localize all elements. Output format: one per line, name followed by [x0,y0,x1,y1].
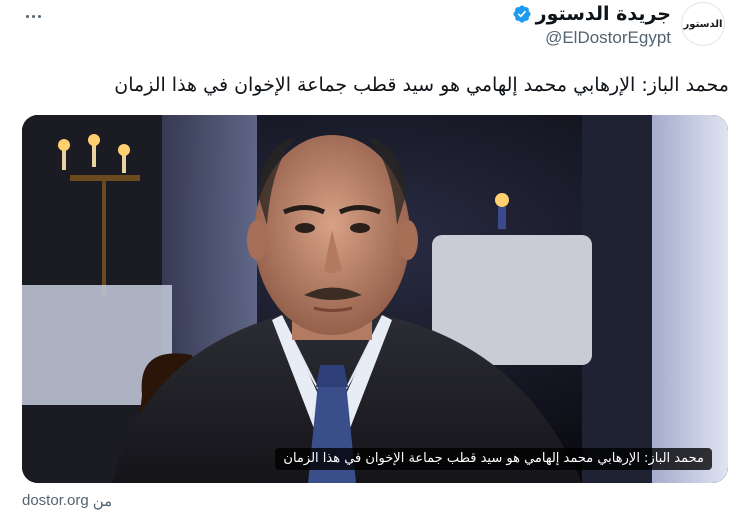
avatar[interactable]: الدستور [681,2,725,46]
tweet-author: جريدة الدستور @ElDostorEgypt [512,2,671,48]
tweet-text: محمد الباز: الإرهابي محمد إلهامي هو سيد … [114,74,729,96]
more-dots-icon [25,14,29,18]
more-options-button[interactable] [20,6,46,26]
more-dot [37,14,41,18]
verified-badge-icon [513,5,531,23]
link-card[interactable]: محمد الباز: الإرهابي محمد إلهامي هو سيد … [22,115,728,483]
author-display-name[interactable]: جريدة الدستور [536,3,671,25]
more-dot [31,14,35,18]
source-prefix: من [92,493,113,510]
avatar-logo: الدستور [683,18,723,30]
portrait-photo [22,115,728,483]
source-domain-link[interactable]: dostor.org [22,492,89,510]
card-caption: محمد الباز: الإرهابي محمد إلهامي هو سيد … [275,448,712,470]
card-source: من dostor.org [22,492,112,510]
author-name-row: جريدة الدستور [512,2,671,26]
author-handle[interactable]: @ElDostorEgypt [512,28,671,48]
